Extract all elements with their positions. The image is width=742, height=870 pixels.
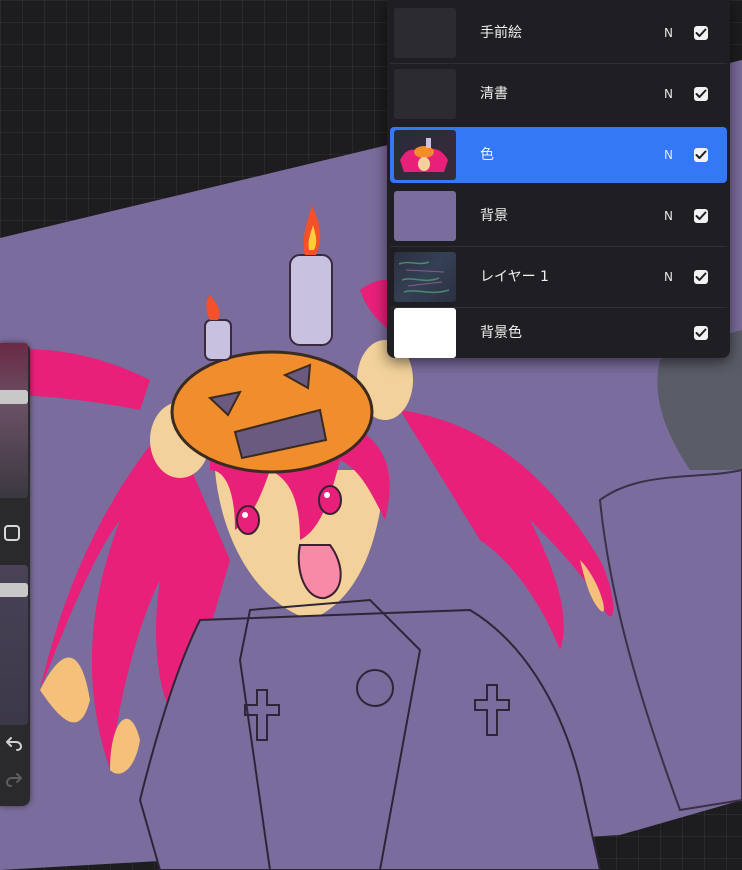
visibility-checkbox[interactable] [694, 270, 708, 284]
layer-row[interactable]: 清書 N [390, 66, 727, 122]
brush-size-slider[interactable] [0, 343, 28, 498]
checkmark-icon [695, 28, 707, 37]
layer-name: 色 [480, 147, 494, 163]
layer-name: レイヤー 1 [480, 269, 549, 285]
opacity-slider[interactable] [0, 565, 28, 725]
visibility-checkbox[interactable] [694, 87, 708, 101]
redo-icon[interactable] [3, 771, 25, 793]
checkmark-icon [695, 211, 707, 220]
layer-row[interactable]: 色N [390, 127, 727, 183]
layer-name: 清書 [480, 86, 508, 102]
checkmark-icon [695, 89, 707, 98]
layer-thumbnail[interactable] [394, 69, 456, 119]
visibility-checkbox[interactable] [694, 209, 708, 223]
visibility-checkbox[interactable] [694, 26, 708, 40]
blend-mode-button[interactable]: N [664, 249, 673, 305]
layer-name: 背景色 [480, 325, 522, 341]
left-sidebar [0, 343, 30, 806]
blend-mode-button[interactable]: N [664, 188, 673, 244]
opacity-thumb[interactable] [0, 583, 28, 597]
layer-thumbnail[interactable] [394, 252, 456, 302]
undo-icon[interactable] [3, 735, 25, 757]
checkmark-icon [695, 272, 707, 281]
layer-row[interactable]: レイヤー 1 N [390, 249, 727, 308]
layer-name: 背景 [480, 208, 508, 224]
layer-row[interactable]: 背景色 [390, 305, 727, 361]
layers-panel: 手前絵 N 清書 N 色 N 背景 N レイヤー 1 N 背景色 [387, 0, 730, 358]
blend-mode-button[interactable]: N [664, 127, 673, 183]
layer-thumbnail[interactable] [394, 8, 456, 58]
blend-mode-button[interactable]: N [664, 5, 673, 61]
visibility-checkbox[interactable] [694, 326, 708, 340]
layer-thumbnail[interactable] [394, 130, 456, 180]
layer-row[interactable]: 手前絵 N [390, 5, 727, 64]
square-modify-icon[interactable] [4, 525, 20, 541]
checkmark-icon [695, 150, 707, 159]
checkmark-icon [695, 328, 707, 337]
layer-row[interactable]: 背景 N [390, 188, 727, 247]
layer-thumbnail[interactable] [394, 308, 456, 358]
blend-mode-button[interactable]: N [664, 66, 673, 122]
layer-name: 手前絵 [480, 25, 522, 41]
visibility-checkbox[interactable] [694, 148, 708, 162]
layer-thumbnail[interactable] [394, 191, 456, 241]
brush-size-thumb[interactable] [0, 390, 28, 404]
